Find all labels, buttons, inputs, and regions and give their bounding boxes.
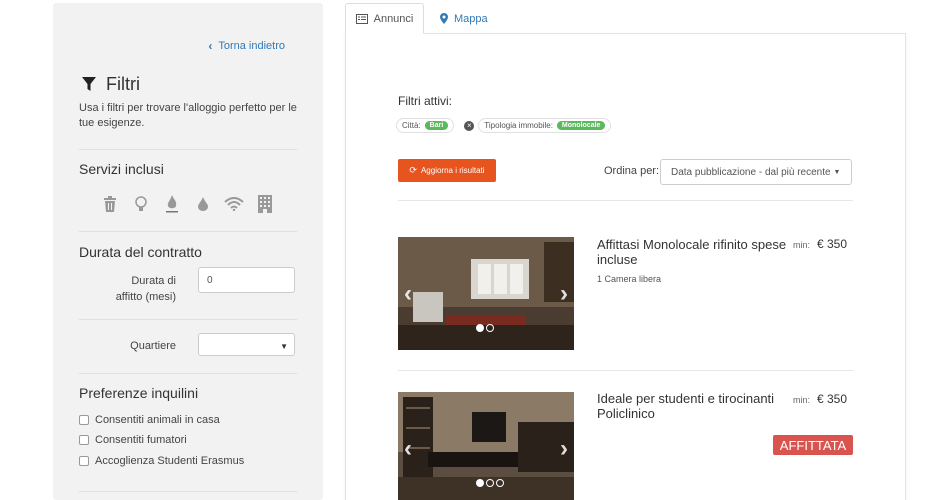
sort-label: Ordina per: (604, 165, 660, 177)
neighborhood-select[interactable]: ▼ (198, 333, 295, 356)
filter-chip-city: Città: Bari (396, 118, 455, 133)
chevron-left-icon: ‹ (208, 39, 213, 53)
checkbox-smokers[interactable]: Consentiti fumatori (79, 434, 187, 446)
back-link-label: Torna indietro (218, 40, 285, 52)
update-results-label: Aggiorna i risultati (420, 166, 485, 175)
duration-label: Durata di affitto (mesi) (115, 275, 176, 303)
trash-icon[interactable] (94, 193, 125, 215)
checkbox-erasmus[interactable]: Accoglienza Studenti Erasmus (79, 455, 244, 467)
checkbox[interactable] (79, 456, 89, 466)
chevron-left-icon[interactable]: ‹ (404, 435, 412, 463)
services-icons (94, 193, 280, 215)
map-pin-icon (440, 13, 448, 24)
tab-label: Mappa (454, 12, 488, 25)
listing-photo[interactable]: ‹ › (398, 237, 574, 350)
tab-mappa[interactable]: Mappa (440, 3, 488, 34)
tab-label: Annunci (373, 12, 414, 25)
chevron-left-icon[interactable]: ‹ (404, 280, 412, 308)
listing-price: € 350 (817, 237, 848, 251)
rented-badge: AFFITTATA (773, 435, 853, 455)
filter-value-badge: Monolocale (556, 121, 606, 130)
sort-value: Data pubblicazione - dal più recente (671, 166, 831, 178)
water-drop-icon[interactable] (187, 193, 218, 215)
lightbulb-icon[interactable] (125, 193, 156, 215)
divider (79, 231, 297, 232)
active-filters-title: Filtri attivi: (398, 94, 452, 108)
carousel-dots (476, 324, 494, 332)
list-icon (355, 13, 368, 24)
listing-price: € 350 (817, 392, 848, 406)
divider (398, 200, 853, 201)
divider (79, 149, 297, 150)
chevron-right-icon[interactable]: › (560, 435, 568, 463)
active-filters: Città: Bari × Tipologia immobile: Monolo… (396, 118, 612, 133)
listings-panel: Filtri attivi: Città: Bari × Tipologia i… (345, 33, 906, 500)
divider (79, 373, 297, 374)
carousel-dots (476, 479, 504, 487)
tenants-title: Preferenze inquilini (79, 385, 199, 401)
filter-label: Città: (402, 121, 421, 130)
filter-chip-type: Tipologia immobile: Monolocale (478, 118, 612, 133)
neighborhood-label: Quartiere (130, 340, 176, 352)
checkbox[interactable] (79, 435, 89, 445)
close-icon[interactable]: × (464, 120, 475, 131)
filters-title: Filtri (106, 74, 140, 94)
filters-description: Usa i filtri per trovare l'alloggio perf… (79, 102, 297, 129)
divider (79, 491, 297, 492)
checkbox-label: Accoglienza Studenti Erasmus (95, 455, 245, 467)
divider (79, 319, 297, 320)
carousel-dot[interactable] (476, 479, 484, 487)
carousel-dot[interactable] (486, 479, 494, 487)
funnel-icon (82, 77, 96, 91)
carousel-dot[interactable] (496, 479, 504, 487)
checkbox[interactable] (79, 415, 89, 425)
listing-title[interactable]: Affittasi Monolocale rifinito spese incl… (597, 237, 797, 267)
checkbox-label: Consentiti animali in casa (95, 414, 220, 426)
listing-min-label: min: (793, 395, 811, 405)
listing-min-label: min: (793, 240, 811, 250)
listing-subtitle: 1 Camera libera (597, 274, 662, 284)
services-title: Servizi inclusi (79, 161, 164, 177)
tab-annunci[interactable]: Annunci (345, 3, 424, 34)
room-photo (398, 237, 574, 350)
chevron-right-icon[interactable]: › (560, 280, 568, 308)
checkbox-label: Consentiti fumatori (95, 434, 187, 446)
wifi-icon[interactable] (218, 193, 249, 215)
building-icon[interactable] (249, 193, 280, 215)
chevron-down-icon: ▼ (280, 342, 288, 351)
carousel-dot[interactable] (476, 324, 484, 332)
caret-down-icon: ▼ (833, 168, 841, 176)
filters-heading: Filtri (82, 74, 140, 95)
listing-photo[interactable]: ‹ › (398, 392, 574, 500)
sort-select[interactable]: Data pubblicazione - dal più recente ▼ (660, 159, 852, 185)
refresh-icon: ⟳ (409, 165, 417, 175)
filters-sidebar: ‹ Torna indietro Filtri Usa i filtri per… (53, 3, 323, 500)
back-link[interactable]: ‹ Torna indietro (208, 39, 285, 53)
duration-input[interactable]: 0 (198, 267, 295, 293)
checkbox-pets[interactable]: Consentiti animali in casa (79, 414, 220, 426)
gas-flame-icon[interactable] (156, 193, 187, 215)
update-results-button[interactable]: ⟳ Aggiorna i risultati (398, 159, 496, 182)
filter-value-badge: Bari (424, 121, 449, 130)
contract-title: Durata del contratto (79, 244, 202, 260)
listing-title[interactable]: Ideale per studenti e tirocinanti Policl… (597, 391, 797, 421)
carousel-dot[interactable] (486, 324, 494, 332)
filter-label: Tipologia immobile: (484, 121, 553, 130)
divider (398, 370, 853, 371)
